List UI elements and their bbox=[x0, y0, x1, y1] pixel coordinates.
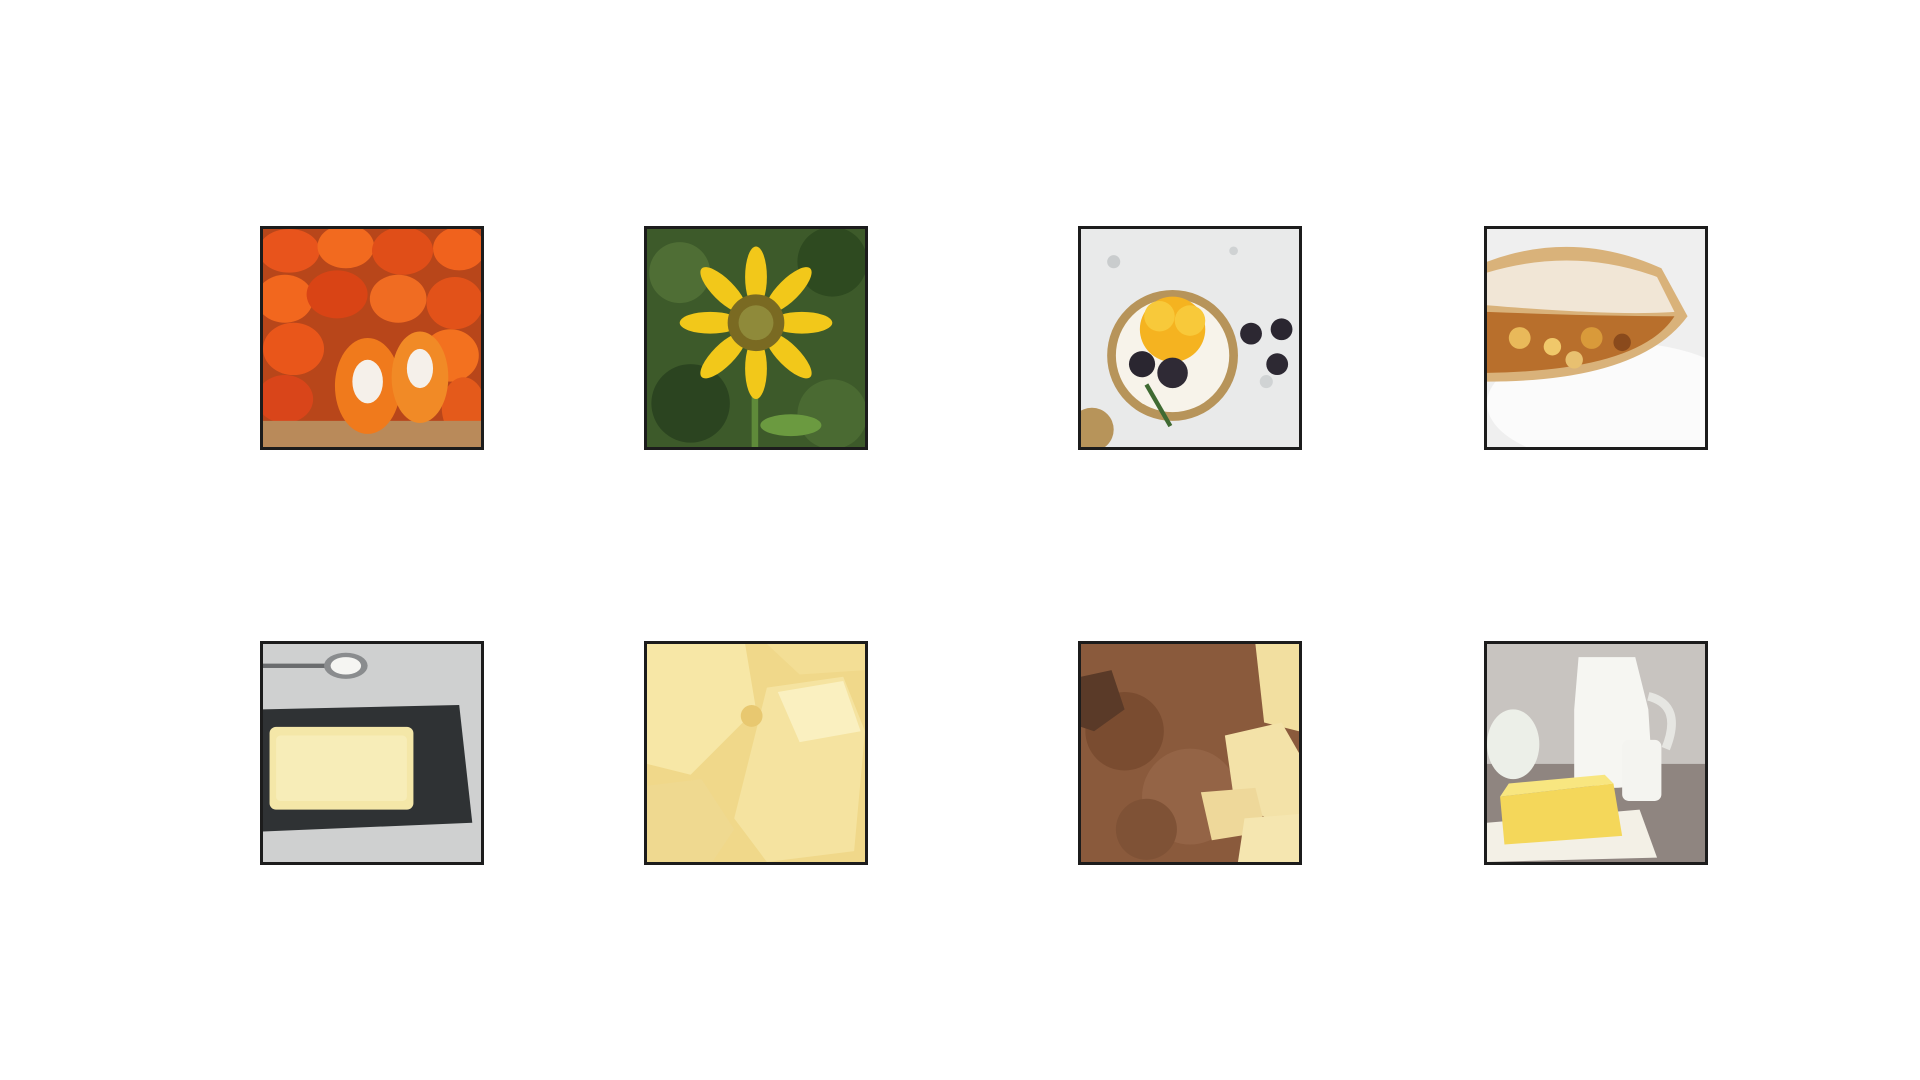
cocoa-butter-image bbox=[647, 644, 865, 862]
palm-fruit-tile[interactable] bbox=[260, 226, 484, 450]
cocoa-powder-tile[interactable] bbox=[1078, 641, 1302, 865]
palm-fruit-image bbox=[263, 229, 481, 447]
butter-slate-image bbox=[263, 644, 481, 862]
fruit-tart-tile[interactable] bbox=[1078, 226, 1302, 450]
strudel-image bbox=[1487, 229, 1705, 447]
sunflower-tile[interactable] bbox=[644, 226, 868, 450]
dairy-tile[interactable] bbox=[1484, 641, 1708, 865]
cocoa-butter-tile[interactable] bbox=[644, 641, 868, 865]
dairy-image bbox=[1487, 644, 1705, 862]
cocoa-powder-image bbox=[1081, 644, 1299, 862]
sunflower-image bbox=[647, 229, 865, 447]
strudel-tile[interactable] bbox=[1484, 226, 1708, 450]
butter-slate-tile[interactable] bbox=[260, 641, 484, 865]
fruit-tart-image bbox=[1081, 229, 1299, 447]
